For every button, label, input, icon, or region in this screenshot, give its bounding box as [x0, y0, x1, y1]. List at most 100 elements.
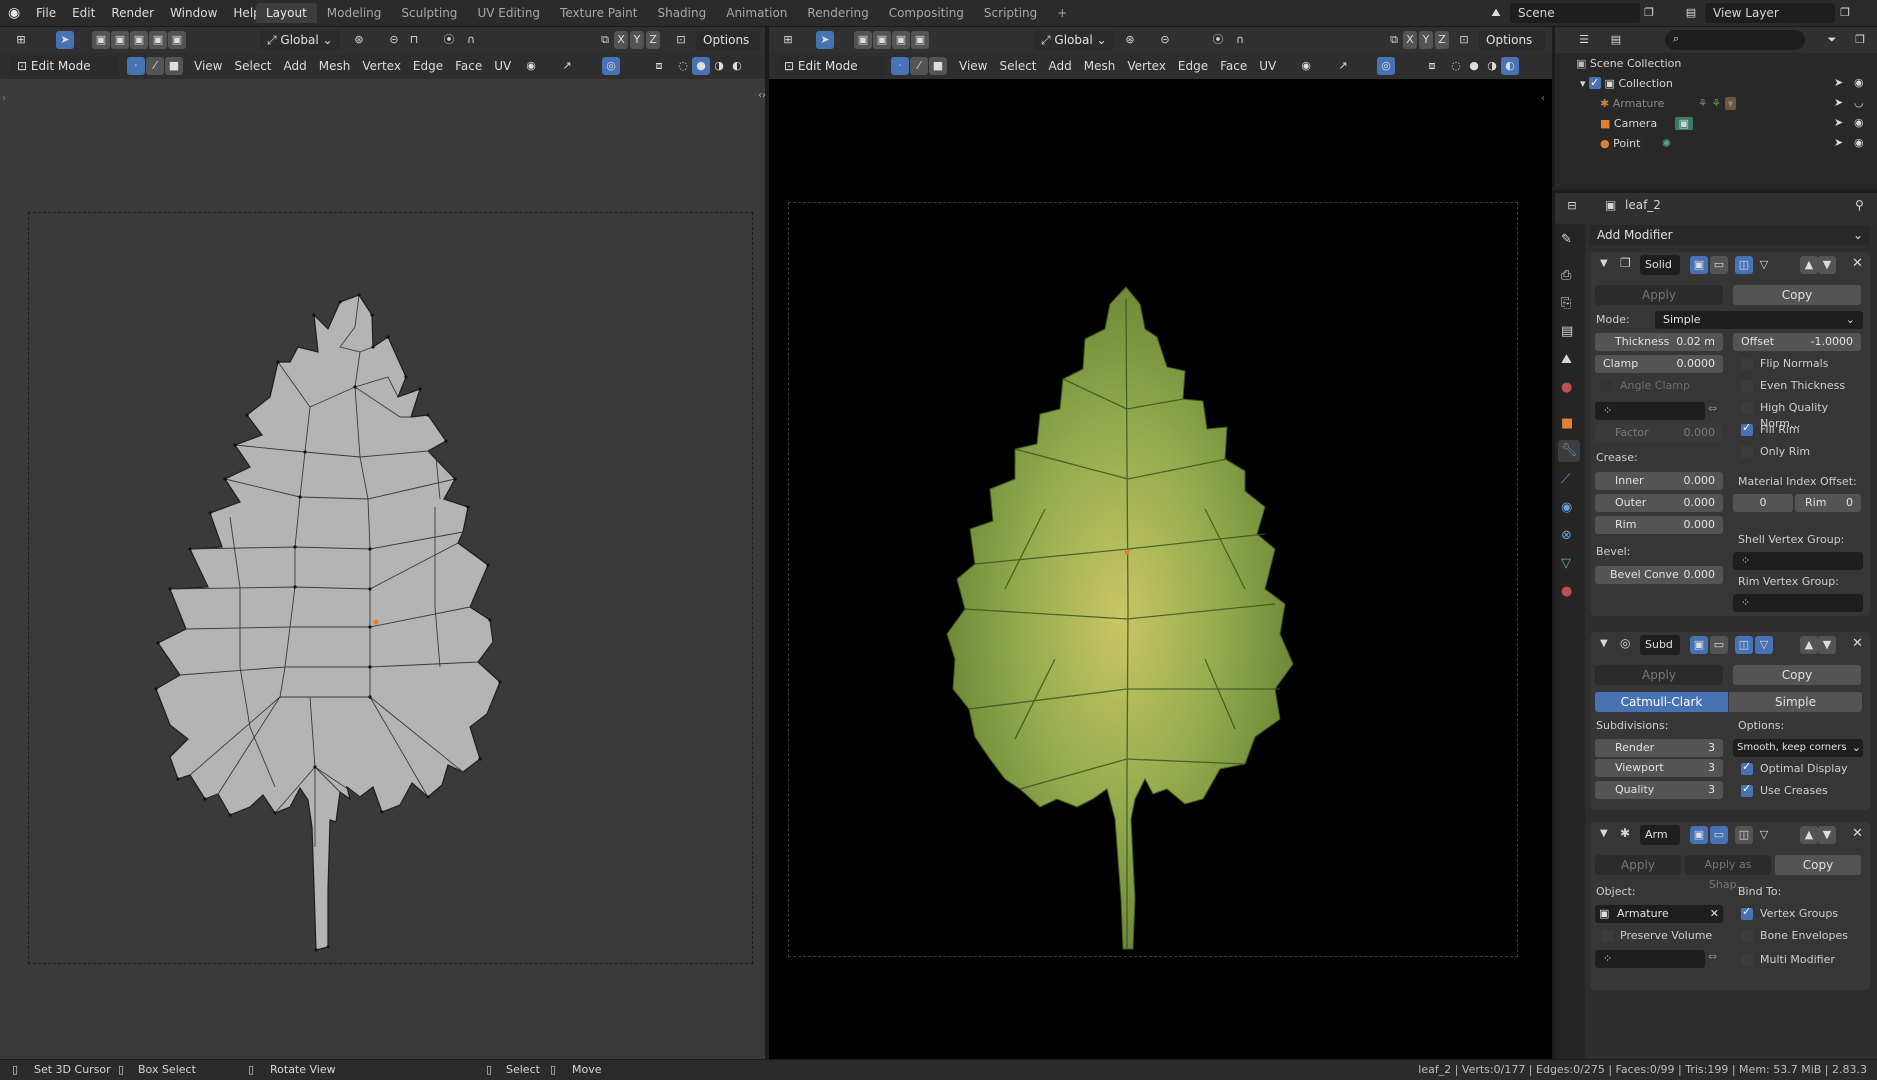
outliner-search-input[interactable]: ⌕: [1665, 30, 1805, 50]
thickness-field[interactable]: Thickness 0.02 m: [1595, 333, 1723, 351]
menu-view[interactable]: View: [188, 55, 228, 77]
cage-toggle-icon[interactable]: ▽: [1755, 636, 1773, 654]
options-dropdown-right[interactable]: Options ⌄: [1479, 30, 1545, 67]
world-tab-icon[interactable]: ●: [1561, 380, 1572, 395]
falloff-icon[interactable]: ∩: [462, 31, 480, 49]
axis-x-toggle[interactable]: X: [614, 31, 628, 49]
eye-closed-icon[interactable]: ◡: [1854, 96, 1864, 109]
area-join-arrows-icon[interactable]: ‹›: [758, 90, 766, 101]
menu-uv[interactable]: UV: [488, 55, 517, 77]
fill-rim-checkbox[interactable]: [1741, 421, 1753, 436]
crease-outer-field[interactable]: Outer 0.000: [1595, 494, 1723, 512]
factor-field[interactable]: Factor 0.000: [1595, 424, 1723, 442]
vertex-groups-checkbox[interactable]: [1741, 905, 1753, 920]
editmode-toggle-icon[interactable]: ▣: [1690, 826, 1708, 844]
preserve-volume-checkbox[interactable]: [1601, 930, 1613, 942]
mode-dropdown-right[interactable]: ⊡ Edit Mode: [777, 56, 885, 76]
overlays-icon-right[interactable]: ◎: [1377, 57, 1395, 75]
object-tab-icon[interactable]: ■: [1561, 416, 1573, 431]
move-down-icon[interactable]: ▼: [1818, 826, 1836, 844]
render-toggle-icon[interactable]: ◫: [1735, 826, 1753, 844]
menu-file[interactable]: File: [28, 0, 64, 26]
visibility-icon-right[interactable]: ◉: [1297, 57, 1315, 75]
crease-inner-field[interactable]: Inner 0.000: [1595, 472, 1723, 490]
move-down-icon[interactable]: ▼: [1818, 636, 1836, 654]
properties-editor-icon[interactable]: ⊟: [1563, 197, 1581, 215]
snap-icon-right[interactable]: ⊝: [1156, 31, 1174, 49]
editor-type-icon[interactable]: ⊞: [12, 31, 30, 49]
outliner-row-point[interactable]: ● Point ✺: [1600, 135, 1870, 152]
editor-type-icon-right[interactable]: ⊞: [779, 31, 797, 49]
options-dropdown[interactable]: Options ⌄: [696, 30, 760, 67]
select-tool-icon[interactable]: ➤: [56, 31, 74, 49]
axis-y-toggle-right[interactable]: Y: [1419, 31, 1433, 49]
rendered-shading-icon-right[interactable]: ◐: [1501, 57, 1519, 75]
multi-modifier-checkbox[interactable]: [1741, 954, 1753, 966]
wireframe-shading-icon-right[interactable]: ◌: [1447, 57, 1465, 75]
use-creases-checkbox[interactable]: [1741, 782, 1753, 797]
eye-icon[interactable]: ◉: [1854, 76, 1864, 89]
remove-modifier-icon[interactable]: ✕: [1852, 636, 1863, 651]
falloff-icon-right[interactable]: ∩: [1231, 31, 1249, 49]
new-scene-icon[interactable]: ❐: [1640, 4, 1658, 22]
solid-shading-icon-right[interactable]: ●: [1465, 57, 1483, 75]
menu-edge[interactable]: Edge: [407, 55, 449, 77]
eye-icon[interactable]: ◉: [1854, 136, 1864, 149]
menu-render[interactable]: Render: [103, 0, 162, 26]
viewport-levels-field[interactable]: Viewport 3: [1595, 759, 1723, 777]
leaf-mesh-wireframe[interactable]: [150, 267, 600, 977]
viewport-left[interactable]: ⊞ ➤ ▣ ▣ ▣ ▣ ▣ ⤢ Global ⌄ ⊛ ⊝ ⊓ ⦿ ∩ ⧉ X Y…: [0, 27, 765, 1059]
menu-select[interactable]: Select: [228, 55, 277, 77]
copy-button[interactable]: Copy: [1775, 855, 1861, 875]
scene-icon[interactable]: ⛰: [1487, 4, 1505, 22]
vertex-group-field[interactable]: ⁘: [1595, 402, 1705, 420]
clamp-field[interactable]: Clamp 0.0000: [1595, 355, 1723, 373]
uv-smooth-dropdown[interactable]: Smooth, keep corners ⌄: [1733, 739, 1863, 757]
copy-button[interactable]: Copy: [1733, 665, 1861, 685]
editmode-toggle-icon[interactable]: ▣: [1690, 636, 1708, 654]
quality-field[interactable]: Quality 3: [1595, 781, 1723, 799]
outliner-row-armature[interactable]: ✱ Armature ⚘ ⚘ ▾: [1600, 95, 1870, 112]
copy-button[interactable]: Copy: [1733, 285, 1861, 305]
modifier-tab-icon[interactable]: 🔧︎: [1558, 440, 1580, 462]
edge-select-mode-icon[interactable]: ⁄: [146, 57, 164, 75]
solidify-name-field[interactable]: Solid: [1640, 255, 1680, 275]
tab-animation[interactable]: Animation: [716, 3, 797, 23]
optimal-display-checkbox[interactable]: [1741, 760, 1753, 775]
menu-vertex-right[interactable]: Vertex: [1121, 55, 1172, 77]
simple-button[interactable]: Simple: [1729, 692, 1862, 712]
viewport-toggle-icon[interactable]: ▭: [1710, 256, 1728, 274]
constraints-tab-icon[interactable]: ⊗: [1561, 528, 1572, 543]
select-tool-icon-right[interactable]: ➤: [816, 31, 834, 49]
output-tab-icon[interactable]: ⎘: [1561, 296, 1571, 311]
menu-view-right[interactable]: View: [953, 55, 993, 77]
render-levels-field[interactable]: Render 3: [1595, 739, 1723, 757]
pivot-icon-right[interactable]: ⊛: [1121, 31, 1139, 49]
render-tab-icon[interactable]: ⎙: [1561, 268, 1571, 283]
select-intersect-icon-right[interactable]: ▣: [911, 31, 929, 49]
shell-vertex-group-field[interactable]: ⁘: [1733, 552, 1863, 570]
viewport-right[interactable]: ⊞ ➤ ▣ ▣ ▣ ▣ ⤢ Global ⌄ ⊛ ⊝ ⦿ ∩ ⧉ X Y Z ⊡…: [769, 27, 1552, 1059]
render-toggle-icon[interactable]: ◫: [1735, 256, 1753, 274]
leaf-rendered[interactable]: [945, 259, 1365, 959]
outliner-row-collection[interactable]: ▾ ▣ Collection: [1580, 74, 1850, 92]
subsurf-name-field[interactable]: Subd: [1640, 635, 1680, 655]
outliner-row-camera[interactable]: ■ Camera ▣: [1600, 115, 1870, 132]
armature-name-field[interactable]: Arm: [1640, 825, 1680, 845]
axis-y-toggle[interactable]: Y: [630, 31, 644, 49]
select-box-mode-icon[interactable]: ▣: [92, 31, 110, 49]
collapse-arrow-icon[interactable]: ▼: [1600, 828, 1608, 839]
render-toggle-icon[interactable]: ◫: [1735, 636, 1753, 654]
vertex-select-mode-icon[interactable]: ⋅: [127, 57, 145, 75]
expand-arrow-icon[interactable]: ▾: [1580, 77, 1586, 90]
select-box-mode-icon-right[interactable]: ▣: [854, 31, 872, 49]
apply-as-shape-button[interactable]: Apply as Shap...: [1685, 855, 1771, 891]
apply-button[interactable]: Apply: [1595, 285, 1723, 305]
clear-icon[interactable]: ✕: [1710, 905, 1719, 923]
angle-clamp-checkbox[interactable]: [1601, 380, 1613, 392]
mirror-icon[interactable]: ⧉: [596, 31, 614, 49]
collapse-arrow-icon[interactable]: ▼: [1600, 258, 1608, 269]
mode-dropdown[interactable]: ⊡ Edit Mode: [10, 56, 118, 76]
select-arrow-icon[interactable]: ➤: [1834, 136, 1843, 149]
view-layer-icon[interactable]: ▤: [1682, 4, 1700, 22]
